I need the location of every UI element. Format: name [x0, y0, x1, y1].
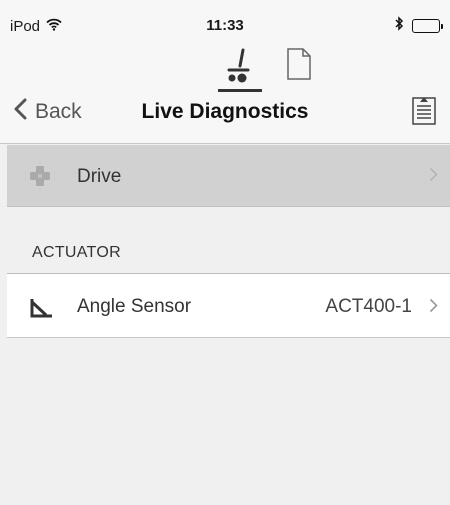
battery-icon	[412, 19, 443, 33]
chevron-right-icon	[429, 167, 438, 187]
status-bar: iPod 11:33	[0, 0, 450, 40]
bluetooth-icon	[395, 16, 404, 36]
dpad-icon	[29, 165, 51, 192]
page-title: Live Diagnostics	[141, 100, 309, 123]
share-button[interactable]	[412, 95, 436, 130]
segment-document[interactable]	[286, 48, 312, 85]
live-diagnostics-screen: iPod 11:33 Back Live Diagnostics Drive A…	[0, 0, 450, 505]
drive-row[interactable]: Drive	[7, 145, 450, 207]
drive-label: Drive	[77, 166, 122, 187]
chevron-right-icon	[429, 298, 438, 318]
angle-sensor-label: Angle Sensor	[77, 296, 192, 317]
segment-selected-indicator	[218, 89, 262, 92]
navigation-bar: Back Live Diagnostics	[0, 40, 450, 144]
angle-icon	[29, 298, 55, 323]
document-icon	[286, 48, 312, 84]
angle-sensor-value: ACT400-1	[325, 296, 412, 317]
wheelchair-icon	[218, 48, 262, 90]
segment-live-diagnostics[interactable]	[218, 46, 262, 92]
section-header-actuator: ACTUATOR	[32, 244, 121, 261]
status-time: 11:33	[206, 17, 244, 34]
share-icon	[412, 97, 436, 129]
segment-control	[0, 44, 450, 92]
angle-sensor-row[interactable]: Angle Sensor ACT400-1	[7, 274, 450, 338]
status-right	[395, 16, 443, 36]
